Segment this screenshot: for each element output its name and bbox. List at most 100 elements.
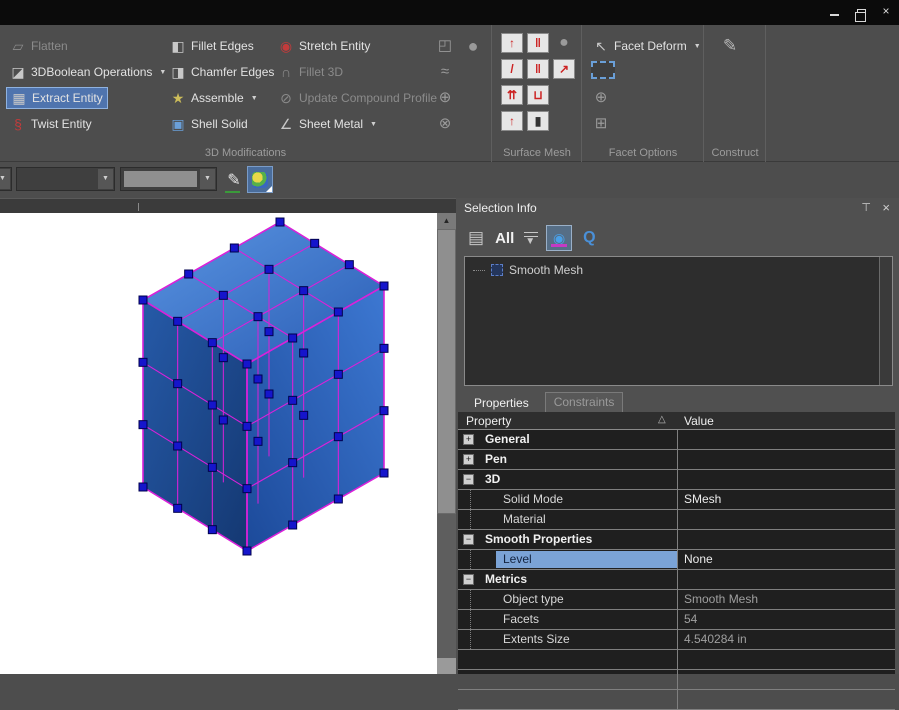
property-row-solid-mode[interactable]: Solid Mode SMesh [458,490,895,510]
report-icon[interactable]: ▤ [468,228,484,248]
ribbon-group-construct: ✎ Construct [705,25,766,162]
box-arrow-icon[interactable]: ↑ [501,111,523,131]
smooth-mesh-cube[interactable] [0,213,437,674]
restore-icon [857,9,866,17]
split-box-icon[interactable]: ▮ [527,111,549,131]
highlight-eye-button[interactable]: ◉ [546,225,572,251]
twist-entity-button[interactable]: § Twist Entity [6,113,96,135]
pencil-icon: ✎ [227,170,240,190]
cube-vertical-lines-icon[interactable]: ‖ [527,59,549,79]
property-row-material[interactable]: Material [458,510,895,530]
cube-diagonal-icon[interactable]: / [501,59,523,79]
select-all-button[interactable]: All [495,230,514,247]
property-toolbar: ▼ ▼ ▼ ✎ [0,162,899,198]
tab-constraints[interactable]: Constraints [545,392,624,413]
minimize-button[interactable] [827,4,841,18]
boolean-operations-button[interactable]: ◪ 3DBoolean Operations ▼ [6,61,170,83]
empty-row [458,650,895,670]
mesh-sphere-icon[interactable]: ⊕ [590,87,612,109]
scrollbar-corner [437,658,456,674]
construct-pen-icon[interactable]: ✎ [719,35,741,57]
expand-icon[interactable]: + [463,434,474,445]
shell-solid-icon: ▣ [170,116,186,132]
facet-select-rect-icon[interactable] [591,61,615,79]
scroll-up-icon[interactable]: ▲ [437,213,456,229]
gear-mesh-icon[interactable]: ⊗ [434,113,456,135]
vertical-scrollbar[interactable]: ▲ [437,213,456,674]
restore-button[interactable] [853,4,867,18]
mesh-tools-icon[interactable]: ⊞ [590,113,612,135]
ribbon-group-facet-options: ↖ Facet Deform ▼ ⊕ ⊞ Facet Options [583,25,704,162]
mesh-gear-icon[interactable]: ⊕ [434,87,456,109]
scrollbar-thumb[interactable] [437,229,456,514]
property-row-3d[interactable]: − 3D [458,470,895,490]
cube-arrow-up-icon[interactable]: ↑ [501,33,523,53]
zoom-magnifier-icon[interactable]: Q [583,229,595,247]
collapse-icon[interactable]: − [463,574,474,585]
fold-tool-icon[interactable]: ≈ [434,61,456,83]
sheet-metal-button[interactable]: ∠ Sheet Metal ▼ [274,113,381,135]
cube-double-arrow-icon[interactable]: ⇈ [501,85,523,105]
property-row-smooth-properties[interactable]: − Smooth Properties [458,530,895,550]
tab-properties[interactable]: Properties [466,394,537,413]
stretch-entity-icon: ◉ [278,38,294,54]
property-row-general[interactable]: + General [458,430,895,450]
sphere-tool-icon[interactable]: ● [462,35,484,57]
grid-header[interactable]: Property △ Value [458,412,895,430]
pen-style-combo[interactable]: ▼ [16,167,115,191]
chamfer-edges-button[interactable]: ◨ Chamfer Edges [166,61,278,83]
group-label-3d-modifications: 3D Modifications [0,147,491,159]
open-box-icon[interactable]: ⊔ [527,85,549,105]
mesh-node-icon [491,264,503,276]
material-render-button[interactable] [247,166,273,193]
cube-diagonal-arrow-icon[interactable]: ↗ [553,59,575,79]
tree-scrollbar[interactable] [879,257,892,385]
collapse-icon[interactable]: − [463,534,474,545]
fillet-edges-button[interactable]: ◧ Fillet Edges [166,35,258,57]
property-row-facets[interactable]: Facets 54 [458,610,895,630]
property-column-header[interactable]: Property [466,414,511,428]
property-row-extents-size[interactable]: Extents Size 4.540284 in [458,630,895,650]
facet-deform-button[interactable]: ↖ Facet Deform ▼ [589,35,705,57]
tree-item-smooth-mesh[interactable]: Smooth Mesh [473,263,583,277]
update-compound-profile-icon: ⊘ [278,90,294,106]
chevron-down-icon[interactable]: ▼ [98,169,113,189]
drawing-canvas[interactable] [0,213,437,674]
collapse-icon[interactable]: − [463,474,474,485]
panel-header: Selection Info ⊤ × [456,198,899,220]
extract-entity-icon: ▦ [11,90,27,106]
assemble-button[interactable]: ★ Assemble ▼ [166,87,262,109]
pin-icon[interactable]: ⊤ [861,201,871,214]
pen-color-combo[interactable]: ▼ [120,167,217,191]
fillet-3d-button[interactable]: ∩ Fillet 3D [274,61,347,83]
property-row-object-type[interactable]: Object type Smooth Mesh [458,590,895,610]
property-row-metrics[interactable]: − Metrics [458,570,895,590]
flatten-button[interactable]: ▱ Flatten [6,35,72,57]
close-button[interactable]: × [879,4,893,18]
chevron-down-icon[interactable]: ▼ [0,169,10,189]
shell-solid-button[interactable]: ▣ Shell Solid [166,113,252,135]
stretch-entity-button[interactable]: ◉ Stretch Entity [274,35,374,57]
stub-combo[interactable]: ▼ [0,167,12,191]
chamfer-edges-icon: ◨ [170,64,186,80]
selection-info-panel: Selection Info ⊤ × ▤ All ▼ ◉ Q Smooth Me… [456,198,899,674]
viewport-top-strip [0,198,456,213]
chevron-down-icon: ▼ [694,43,701,50]
property-row-level[interactable]: Level None [458,550,895,570]
copy-entity-icon[interactable]: ◰ [434,35,456,57]
panel-close-icon[interactable]: × [882,200,890,215]
fillet-edges-icon: ◧ [170,38,186,54]
update-compound-profile-button[interactable]: ⊘ Update Compound Profile [274,87,441,109]
value-column-header[interactable]: Value [684,414,714,428]
sphere-icon[interactable]: ● [553,33,575,53]
extract-entity-button[interactable]: ▦ Extract Entity [6,87,108,109]
expand-icon[interactable]: + [463,454,474,465]
pen-tool-button[interactable]: ✎ [221,166,247,193]
ribbon-group-surface-mesh: ↑ ‖ ● / ‖ ↗ ⇈ ⊔ ↑ ▮ Surface Mesh [493,25,582,162]
property-row-pen[interactable]: + Pen [458,450,895,470]
chevron-down-icon[interactable]: ▼ [200,169,215,189]
cube-striped-icon[interactable]: ‖ [527,33,549,53]
twist-entity-icon: § [10,116,26,132]
filter-icon[interactable]: ▼ [525,230,535,247]
sheet-metal-icon: ∠ [278,116,294,132]
